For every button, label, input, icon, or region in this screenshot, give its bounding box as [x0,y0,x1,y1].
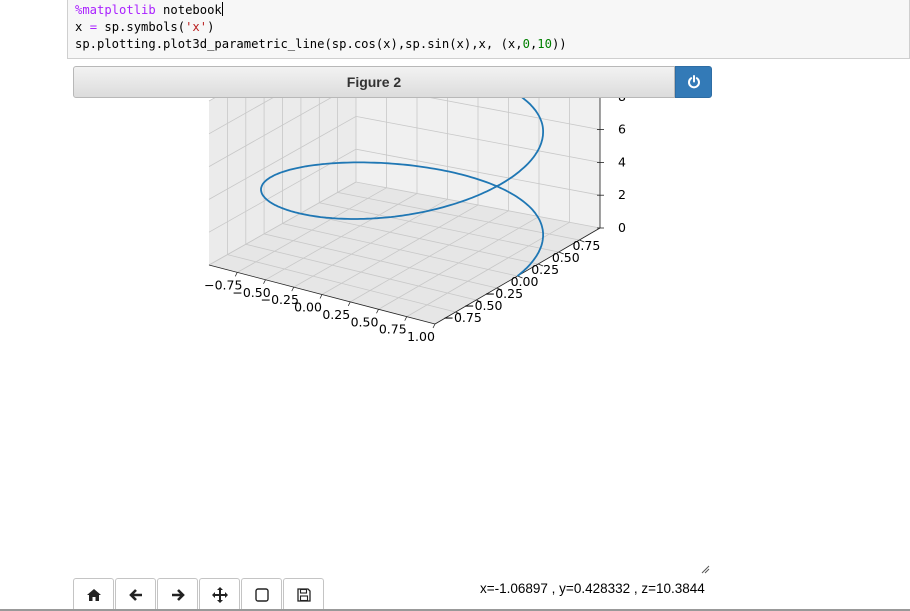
x-tick [263,279,266,284]
z-tick-label: 8 [618,98,626,104]
arrow-right-icon [171,589,185,601]
close-figure-button[interactable] [675,66,712,98]
zoom-button[interactable] [241,578,282,611]
x-tick [319,294,323,299]
z-tick-label: 6 [618,122,626,137]
cell-prompt-marker [0,0,60,4]
figure-title: Figure 2 [346,74,402,90]
figure-canvas[interactable]: −0.75 −0.50 −0.25 0.00 0.25 0.50 0.75 1.00 −0.75… [73,98,713,578]
x-tick [347,301,351,307]
x-tick-label: 0.00 [294,300,322,315]
x-tick [432,323,436,329]
home-icon [86,589,101,601]
resize-handle-icon[interactable] [700,564,710,574]
y-tick-label: 0.75 [572,238,600,253]
arrow-left-icon [128,589,142,601]
x-tick [404,316,408,321]
3d-plot[interactable]: −0.75−0.50−0.250.00 0.25 0.50 0.75 1.00−0.75… [73,98,713,578]
text-cursor [221,2,223,16]
x-tick [234,272,238,277]
pan-button[interactable] [199,578,240,611]
cursor-coordinates-readout: x=-1.06897 , y=0.428332 , z=10.3844 [480,581,705,596]
move-icon [211,587,228,603]
x-tick [376,309,379,314]
forward-button[interactable] [157,578,198,611]
x-tick-label: 0.25 [322,307,350,322]
back-button[interactable] [115,578,156,611]
x-tick-label: 1.00 [407,329,435,344]
x-tick [291,286,295,292]
code-cell[interactable]: %matplotlib notebook x = sp.symbols('x')… [67,0,910,59]
figure-title-bar[interactable]: Figure 2 [73,66,675,98]
z-tick-label: 4 [618,154,626,169]
code-line-1: %matplotlib notebook [75,2,223,17]
z-tick-label: 0 [618,220,626,235]
save-icon [296,588,311,602]
home-button[interactable] [73,578,114,611]
code-line-3: sp.plotting.plot3d_parametric_line(sp.co… [75,37,567,51]
save-button[interactable] [283,578,324,611]
figure-toolbar [73,578,325,611]
x-tick-label: 0.75 [379,322,407,337]
power-icon [687,75,700,89]
square-icon [254,588,269,602]
z-tick-label: 2 [618,187,626,202]
code-line-2: x = sp.symbols('x') [75,20,215,34]
x-tick-label: 0.50 [351,314,379,329]
